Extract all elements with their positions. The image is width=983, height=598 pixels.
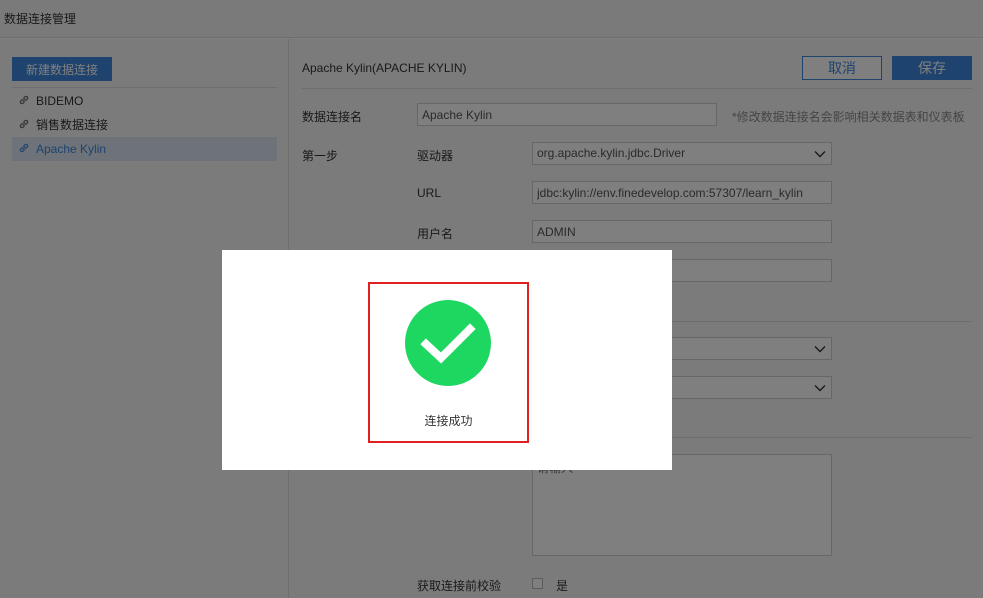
success-dialog: 连接成功 <box>222 250 672 470</box>
success-message: 连接成功 <box>424 414 473 428</box>
success-highlight-box: 连接成功 <box>368 282 529 443</box>
checkmark-circle-icon <box>405 300 491 386</box>
